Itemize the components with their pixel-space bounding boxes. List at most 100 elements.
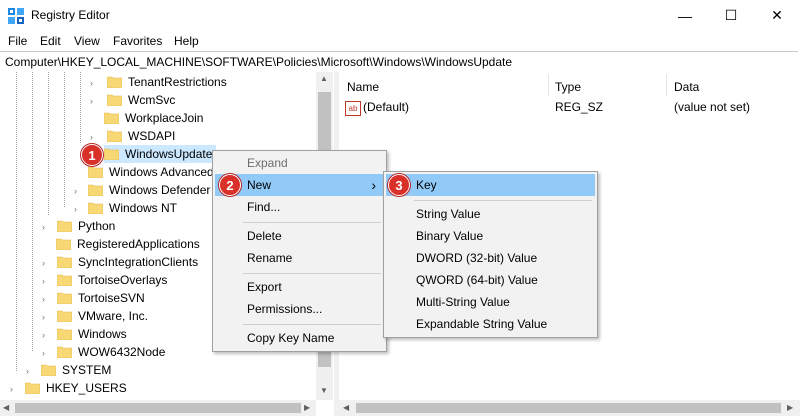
folder-icon bbox=[104, 112, 119, 124]
tree-item-workplacejoin[interactable]: WorkplaceJoin bbox=[104, 109, 203, 127]
tree-item-label: SyncIntegrationClients bbox=[78, 255, 199, 269]
tree-item-registeredapplications[interactable]: RegisteredApplications bbox=[56, 235, 200, 253]
close-icon: ✕ bbox=[771, 7, 783, 23]
address-bar[interactable]: Computer\HKEY_LOCAL_MACHINE\SOFTWARE\Pol… bbox=[0, 51, 798, 73]
chevron-right-icon[interactable]: › bbox=[42, 222, 51, 232]
step-badge-1: 1 bbox=[81, 144, 103, 166]
menu-item-label: Key bbox=[416, 178, 437, 192]
scroll-left-icon[interactable]: ◀ bbox=[3, 403, 9, 412]
values-hscroll-thumb[interactable] bbox=[356, 403, 781, 413]
tree-item-windowsupdate[interactable]: WindowsUpdate bbox=[104, 145, 217, 163]
scroll-down-icon[interactable]: ▼ bbox=[320, 386, 328, 395]
chevron-right-icon[interactable]: › bbox=[42, 348, 51, 358]
tree-item-tortoiseoverlays[interactable]: › TortoiseOverlays bbox=[42, 271, 167, 289]
maximize-button[interactable]: ☐ bbox=[708, 0, 754, 31]
menu-item-label: Expand bbox=[247, 156, 288, 170]
menu-edit[interactable]: Edit bbox=[40, 34, 61, 48]
menu-item-expand[interactable]: Expand bbox=[213, 152, 386, 174]
tree-item-tortoisesvn[interactable]: › TortoiseSVN bbox=[42, 289, 145, 307]
chevron-right-icon[interactable]: › bbox=[90, 78, 99, 88]
menu-favorites[interactable]: Favorites bbox=[113, 34, 162, 48]
tree-item-windows[interactable]: › Windows bbox=[42, 325, 127, 343]
tree-item-vmware[interactable]: › VMware, Inc. bbox=[42, 307, 148, 325]
chevron-right-icon[interactable]: › bbox=[42, 330, 51, 340]
scroll-right-icon[interactable]: ▶ bbox=[304, 403, 310, 412]
value-data: (value not set) bbox=[674, 100, 751, 114]
chevron-right-icon[interactable]: › bbox=[26, 366, 35, 376]
menu-bar: File Edit View Favorites Help bbox=[0, 31, 800, 51]
tree-item-wsdapi[interactable]: › WSDAPI bbox=[90, 127, 175, 145]
tree-hscroll-thumb[interactable] bbox=[15, 403, 301, 413]
folder-icon bbox=[41, 364, 56, 376]
address-path[interactable]: Computer\HKEY_LOCAL_MACHINE\SOFTWARE\Pol… bbox=[5, 55, 512, 69]
tree-item-windows-nt[interactable]: › Windows NT bbox=[74, 199, 177, 217]
submenu-item-key[interactable]: Key bbox=[386, 174, 595, 196]
menu-item-find[interactable]: Find... bbox=[213, 196, 386, 218]
folder-icon bbox=[57, 256, 72, 268]
submenu-item-string-value[interactable]: String Value bbox=[384, 203, 597, 225]
string-value-icon: ab bbox=[345, 101, 361, 116]
chevron-right-icon[interactable]: › bbox=[42, 276, 51, 286]
column-header-data[interactable]: Data bbox=[674, 80, 699, 94]
tree-item-label: Windows NT bbox=[109, 201, 178, 215]
tree-item-label: HKEY_USERS bbox=[46, 381, 127, 395]
step-badge-3: 3 bbox=[388, 174, 410, 196]
scroll-right-icon[interactable]: ▶ bbox=[787, 403, 793, 412]
chevron-right-icon[interactable]: › bbox=[42, 294, 51, 304]
menu-item-label: Find... bbox=[247, 200, 281, 214]
minimize-button[interactable]: — bbox=[662, 0, 708, 31]
column-divider[interactable] bbox=[666, 74, 667, 96]
submenu-item-binary-value[interactable]: Binary Value bbox=[384, 225, 597, 247]
tree-horizontal-scrollbar[interactable]: ◀ ▶ bbox=[0, 400, 316, 416]
tree-item-windows-defender[interactable]: › Windows Defender bbox=[74, 181, 210, 199]
tree-item-syncintegrationclients[interactable]: › SyncIntegrationClients bbox=[42, 253, 198, 271]
chevron-right-icon[interactable]: › bbox=[42, 312, 51, 322]
tree-item-label: VMware, Inc. bbox=[78, 309, 149, 323]
menu-item-rename[interactable]: Rename bbox=[213, 247, 386, 269]
folder-icon bbox=[57, 346, 72, 358]
tree-item-tenantrestrictions[interactable]: › TenantRestrictions bbox=[90, 73, 227, 91]
scroll-up-icon[interactable]: ▲ bbox=[320, 74, 328, 83]
submenu-item-dword-value[interactable]: DWORD (32-bit) Value bbox=[384, 247, 597, 269]
submenu-item-multi-string-value[interactable]: Multi-String Value bbox=[384, 291, 597, 313]
menu-item-export[interactable]: Export bbox=[213, 276, 386, 298]
menu-item-permissions[interactable]: Permissions... bbox=[213, 298, 386, 320]
registry-editor-icon bbox=[8, 8, 24, 24]
menu-separator bbox=[243, 273, 381, 274]
value-type: REG_SZ bbox=[555, 100, 604, 114]
menu-item-label: Delete bbox=[247, 229, 282, 243]
tree-item-wow6432node[interactable]: › WOW6432Node bbox=[42, 343, 165, 361]
menu-item-label: Copy Key Name bbox=[247, 331, 335, 345]
menu-file[interactable]: File bbox=[8, 34, 27, 48]
tree-item-wcmsvc[interactable]: › WcmSvc bbox=[90, 91, 175, 109]
chevron-right-icon[interactable]: › bbox=[42, 258, 51, 268]
chevron-right-icon[interactable]: › bbox=[10, 384, 19, 394]
menu-help[interactable]: Help bbox=[174, 34, 199, 48]
menu-item-label: DWORD (32-bit) Value bbox=[416, 251, 538, 265]
chevron-right-icon[interactable]: › bbox=[90, 96, 99, 106]
submenu-item-expandable-string-value[interactable]: Expandable String Value bbox=[384, 313, 597, 335]
menu-item-delete[interactable]: Delete bbox=[213, 225, 386, 247]
submenu-item-qword-value[interactable]: QWORD (64-bit) Value bbox=[384, 269, 597, 291]
chevron-right-icon[interactable]: › bbox=[74, 186, 83, 196]
menu-item-label: Rename bbox=[247, 251, 293, 265]
values-horizontal-scrollbar[interactable]: ◀ ▶ bbox=[339, 400, 800, 416]
scroll-left-icon[interactable]: ◀ bbox=[343, 403, 349, 412]
column-divider[interactable] bbox=[548, 74, 549, 96]
tree-item-label: Python bbox=[78, 219, 116, 233]
chevron-right-icon[interactable]: › bbox=[74, 204, 83, 214]
menu-view[interactable]: View bbox=[74, 34, 100, 48]
tree-item-label: TortoiseOverlays bbox=[78, 273, 168, 287]
chevron-right-icon[interactable]: › bbox=[90, 132, 99, 142]
tree-item-system[interactable]: › SYSTEM bbox=[26, 361, 111, 379]
column-header-type[interactable]: Type bbox=[555, 80, 581, 94]
new-submenu: Key String Value Binary Value DWORD (32-… bbox=[383, 171, 598, 338]
menu-item-label: Permissions... bbox=[247, 302, 323, 316]
tree-item-hkey-users[interactable]: › HKEY_USERS bbox=[10, 379, 127, 397]
title-bar[interactable]: Registry Editor — ☐ ✕ bbox=[0, 0, 800, 31]
tree-item-python[interactable]: › Python bbox=[42, 217, 115, 235]
close-button[interactable]: ✕ bbox=[754, 0, 800, 31]
tree-item-windows-advanced[interactable]: Windows Advanced bbox=[88, 163, 214, 181]
menu-item-copy-key-name[interactable]: Copy Key Name bbox=[213, 327, 386, 349]
column-header-name[interactable]: Name bbox=[347, 80, 379, 94]
